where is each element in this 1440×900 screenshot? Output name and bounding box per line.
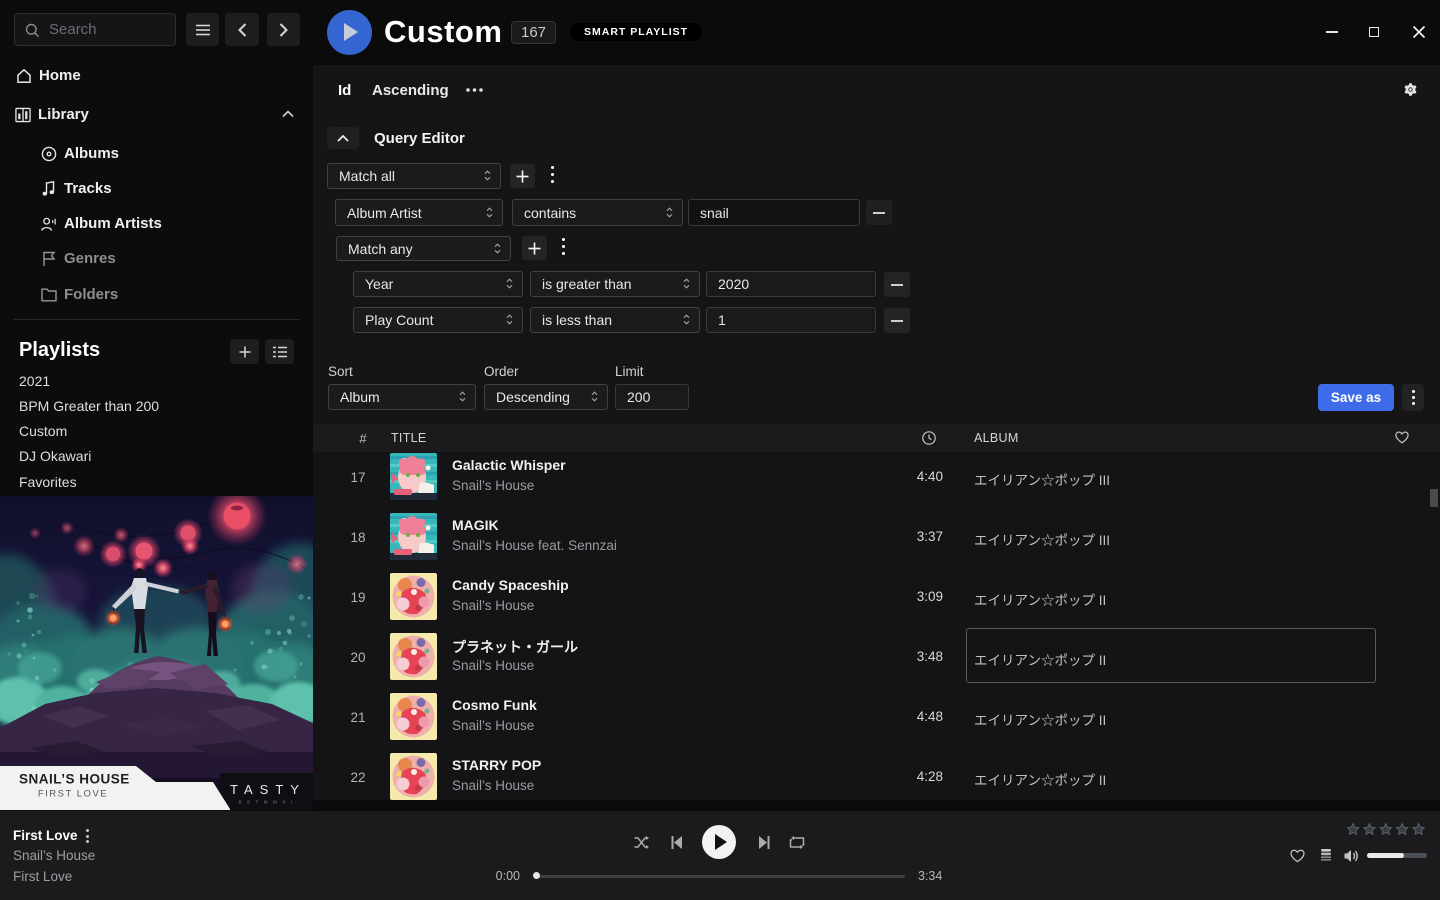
- svg-text:SNAIL’S HOUSE: SNAIL’S HOUSE: [19, 772, 130, 787]
- svg-text:TASTY: TASTY: [230, 782, 306, 797]
- svg-text:FIRST LOVE: FIRST LOVE: [38, 789, 108, 800]
- svg-text:BSTMMXI: BSTMMXI: [238, 800, 297, 805]
